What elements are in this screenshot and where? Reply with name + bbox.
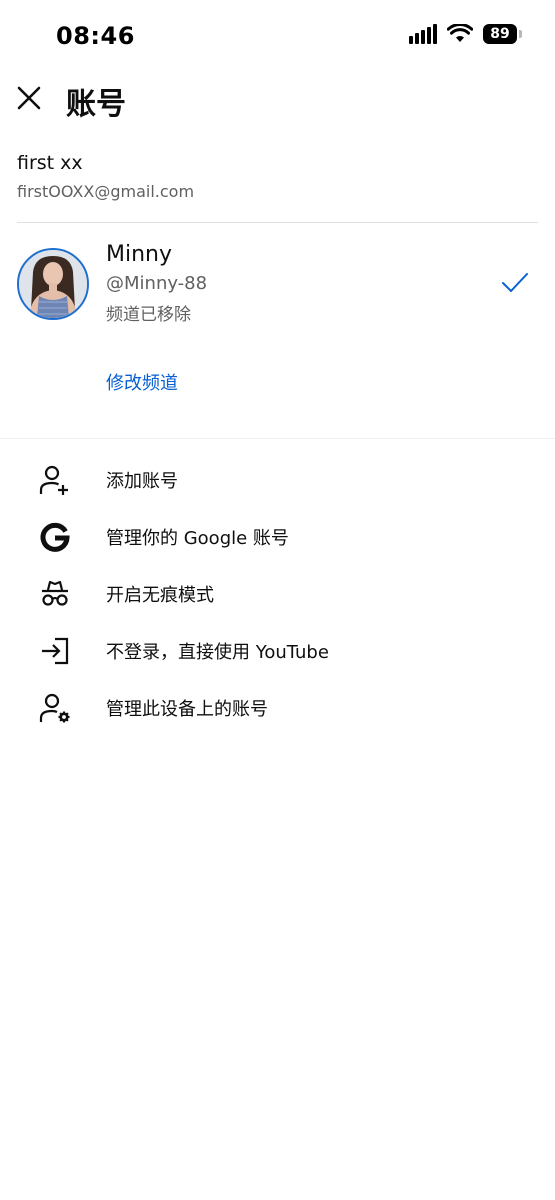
- status-time: 08:46: [56, 22, 135, 50]
- menu-item-manage-device-accounts[interactable]: 管理此设备上的账号: [0, 679, 555, 736]
- status-icons: 89: [409, 24, 522, 44]
- close-icon: [17, 86, 41, 110]
- menu-item-label: 开启无痕模式: [106, 584, 214, 606]
- wifi-icon: [447, 24, 473, 42]
- person-settings-icon: [38, 691, 72, 725]
- close-button[interactable]: [14, 83, 44, 113]
- sign-in-icon: [38, 634, 72, 668]
- menu-item-label: 管理此设备上的账号: [106, 698, 268, 720]
- account-menu: 添加账号 管理你的 Google 账号 开启无痕模式 不登录，直接使用 YouT…: [0, 451, 555, 736]
- menu-item-use-without-signin[interactable]: 不登录，直接使用 YouTube: [0, 622, 555, 679]
- checkmark-icon: [502, 273, 528, 292]
- google-account-name: first xx: [17, 152, 83, 174]
- status-bar: 08:46 89: [0, 0, 555, 70]
- channel-text: Minny @Minny-88 频道已移除: [106, 242, 207, 325]
- page-title: 账号: [66, 87, 126, 122]
- person-add-icon: [38, 463, 72, 497]
- menu-item-manage-google-account[interactable]: 管理你的 Google 账号: [0, 508, 555, 565]
- menu-item-label: 不登录，直接使用 YouTube: [106, 641, 329, 663]
- menu-item-label: 添加账号: [106, 470, 178, 492]
- google-icon: [38, 520, 72, 554]
- divider: [17, 222, 538, 223]
- channel-item[interactable]: Minny @Minny-88 频道已移除: [0, 240, 555, 330]
- menu-item-incognito[interactable]: 开启无痕模式: [0, 565, 555, 622]
- channel-handle: @Minny-88: [106, 273, 208, 294]
- channel-name: Minny: [106, 242, 172, 267]
- signal-icon: [409, 24, 437, 44]
- battery-indicator: 89: [483, 24, 522, 44]
- google-account-email: firstOOXX@gmail.com: [17, 182, 195, 201]
- battery-level: 89: [490, 26, 510, 42]
- edit-channel-link[interactable]: 修改频道: [106, 369, 178, 395]
- avatar: [17, 248, 89, 320]
- menu-item-add-account[interactable]: 添加账号: [0, 451, 555, 508]
- menu-item-label: 管理你的 Google 账号: [106, 527, 289, 549]
- channel-status: 频道已移除: [106, 305, 191, 325]
- google-account-info: first xx firstOOXX@gmail.com: [17, 152, 194, 201]
- incognito-icon: [38, 577, 72, 611]
- header: 账号: [0, 75, 555, 123]
- section-divider: [0, 438, 555, 439]
